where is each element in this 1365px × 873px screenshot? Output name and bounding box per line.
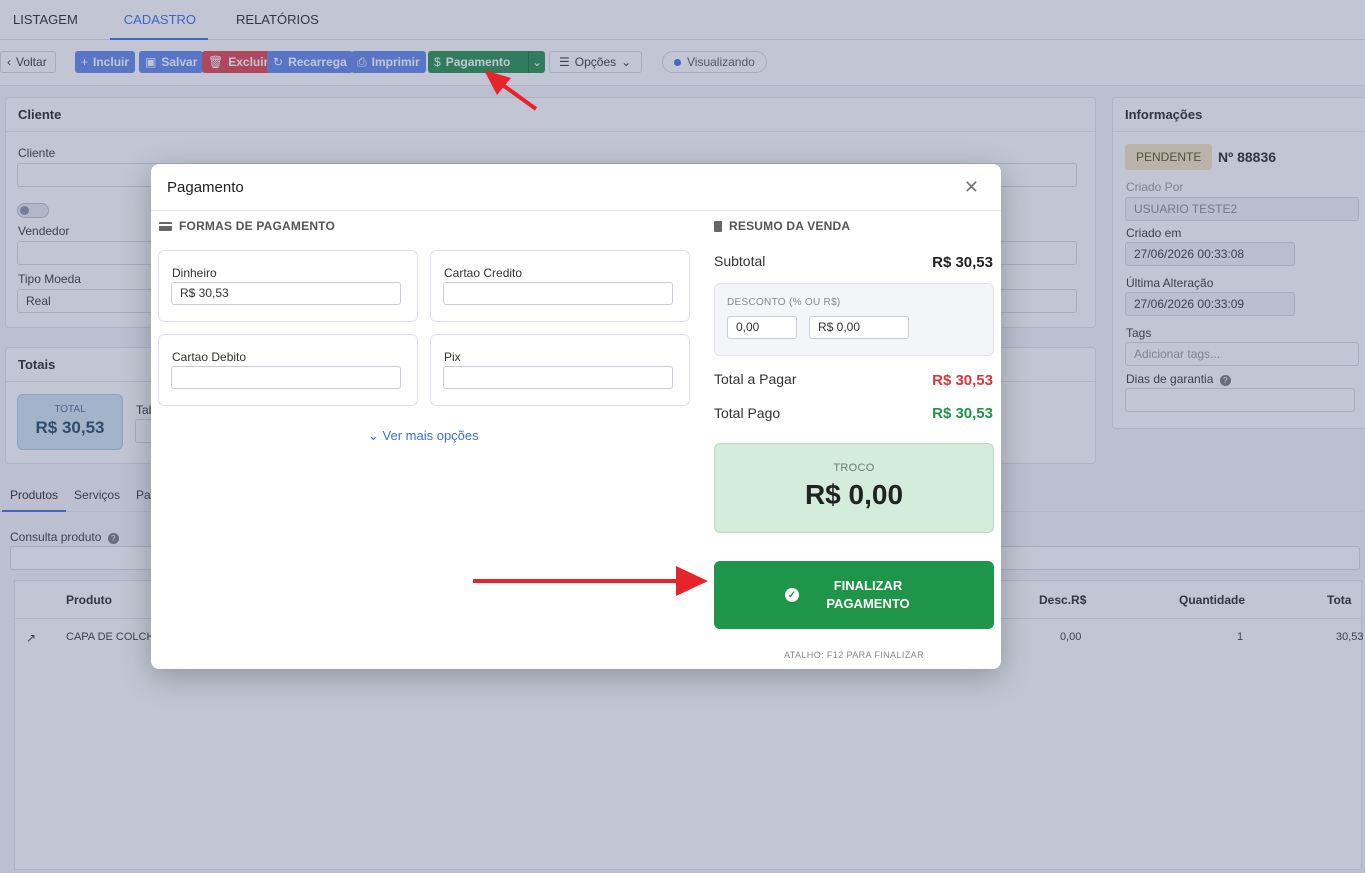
arrow-to-payment-button xyxy=(484,70,538,111)
annotation-arrows xyxy=(473,70,708,596)
arrow-to-finish-button xyxy=(473,566,708,596)
